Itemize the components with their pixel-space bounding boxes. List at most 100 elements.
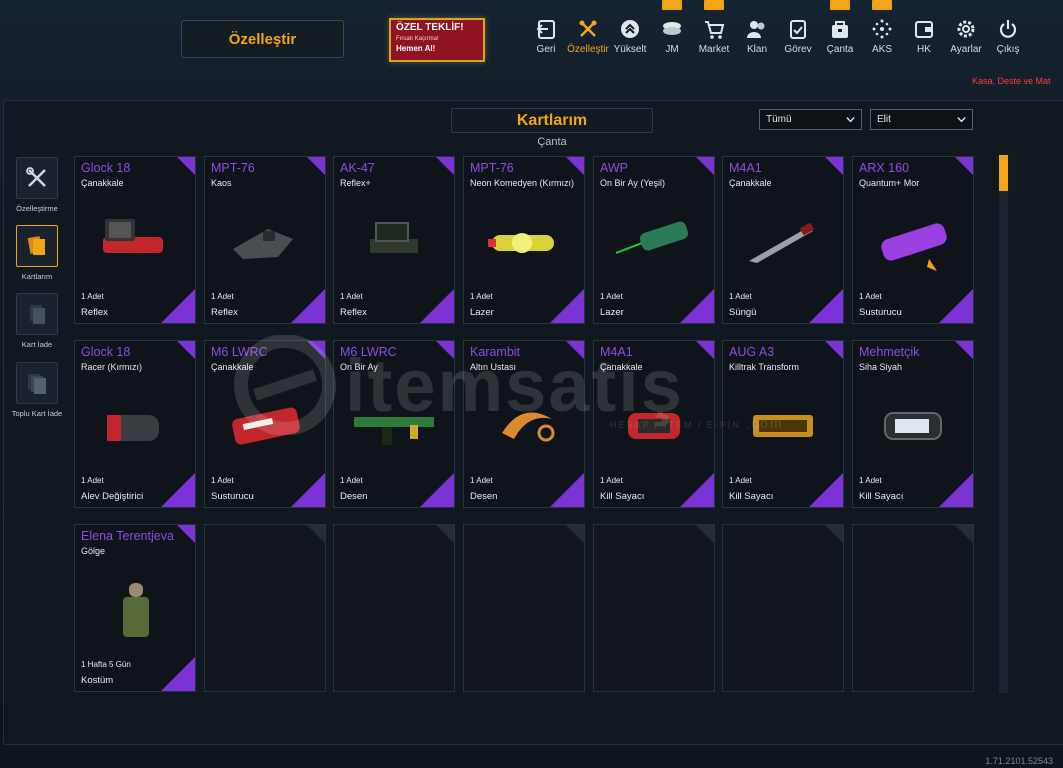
card-item-name: Karambit bbox=[470, 345, 521, 359]
empty-card-slot bbox=[593, 524, 715, 692]
rarity-corner bbox=[809, 473, 843, 507]
customize-icon bbox=[579, 20, 597, 37]
nav-customize[interactable]: Özelleştir bbox=[565, 18, 611, 58]
nav-back[interactable]: Geri bbox=[523, 18, 569, 58]
nav-aks[interactable]: AKS bbox=[859, 18, 905, 58]
rarity-corner bbox=[955, 157, 973, 175]
nav-label: Klan bbox=[746, 44, 767, 55]
rarity-corner bbox=[161, 289, 195, 323]
nav-gear[interactable]: Ayarlar bbox=[943, 18, 989, 58]
tools-icon bbox=[26, 167, 46, 187]
slot-corner bbox=[696, 525, 714, 543]
inventory-card[interactable]: Karambit Altın Ustası 1 Adet Desen bbox=[463, 340, 585, 508]
nav-mission[interactable]: Görev bbox=[775, 18, 821, 58]
inventory-card[interactable]: MPT-76 Neon Komedyen (Kırmızı) 1 Adet Lazer bbox=[463, 156, 585, 324]
card-skin-name: Çanakkale bbox=[211, 362, 254, 372]
chevron-down-icon bbox=[957, 117, 966, 123]
inventory-card[interactable]: MPT-76 Kaos 1 Adet Reflex bbox=[204, 156, 326, 324]
nav-label: AKS bbox=[871, 44, 892, 55]
sidebar-item-tools[interactable]: Özelleştirme bbox=[11, 157, 63, 213]
nav-clan[interactable]: Klan bbox=[734, 18, 780, 58]
nav-upgrade[interactable]: Yükselt bbox=[607, 18, 653, 58]
sidebar-item-card-return[interactable]: Kart İade bbox=[11, 293, 63, 349]
page-title: Özelleştir bbox=[181, 20, 344, 58]
rarity-corner bbox=[696, 341, 714, 359]
reflex-sight-icon bbox=[103, 219, 163, 253]
inventory-card[interactable]: Glock 18 Çanakkale 1 Adet Reflex bbox=[74, 156, 196, 324]
silencer-purple-icon bbox=[881, 223, 947, 271]
nav-wallet[interactable]: HK bbox=[901, 18, 947, 58]
inventory-card[interactable]: AK-47 Reflex+ 1 Adet Reflex bbox=[333, 156, 455, 324]
rarity-corner bbox=[291, 289, 325, 323]
notification-badge bbox=[872, 0, 892, 10]
rarity-filter-value: Elit bbox=[877, 114, 891, 125]
card-type: Desen bbox=[340, 491, 368, 502]
card-skin-name: On Bir Ay (Yeşil) bbox=[600, 178, 666, 188]
card-quantity: 1 Adet bbox=[470, 476, 493, 485]
rarity-filter-select[interactable]: Elit bbox=[870, 109, 973, 130]
rarity-corner bbox=[177, 341, 195, 359]
inventory-card[interactable]: M4A1 Çanakkale 1 Adet Süngü bbox=[722, 156, 844, 324]
sidebar-icon-box bbox=[16, 157, 58, 199]
empty-card-slot bbox=[852, 524, 974, 692]
rarity-corner bbox=[696, 157, 714, 175]
rarity-corner bbox=[566, 341, 584, 359]
inventory-card[interactable]: Mehmetçik Siha Siyah 1 Adet Kill Sayacı bbox=[852, 340, 974, 508]
card-return-icon bbox=[30, 305, 45, 324]
mission-icon bbox=[790, 20, 806, 39]
nav-cart[interactable]: Market bbox=[691, 18, 737, 58]
inventory-card[interactable]: Elena Terentjeva Gölge 1 Hafta 5 Gün Kostüm bbox=[74, 524, 196, 692]
scrollbar-thumb[interactable] bbox=[999, 155, 1008, 191]
nav-bag[interactable]: Çanta bbox=[817, 18, 863, 58]
slot-corner bbox=[955, 525, 973, 543]
scrollbar-track[interactable] bbox=[999, 155, 1008, 693]
notification-badge bbox=[662, 0, 682, 10]
inventory-card[interactable]: AWP On Bir Ay (Yeşil) 1 Adet Lazer bbox=[593, 156, 715, 324]
card-type: Reflex bbox=[340, 307, 367, 318]
costume-icon bbox=[123, 583, 149, 637]
laser-green-icon bbox=[615, 221, 689, 254]
counter-red-icon bbox=[628, 413, 680, 439]
card-item-name: MPT-76 bbox=[211, 161, 255, 175]
counter-gold-icon bbox=[753, 415, 813, 437]
aks-icon bbox=[872, 19, 892, 39]
card-type: Susturucu bbox=[211, 491, 254, 502]
card-quantity: 1 Adet bbox=[211, 476, 234, 485]
inventory-card[interactable]: M6 LWRC On Bir Ay 1 Adet Desen bbox=[333, 340, 455, 508]
special-offer-button[interactable]: ÖZEL TEKLİF! Fırsatı Kaçırma! Hemen Al! bbox=[389, 18, 485, 62]
rarity-corner bbox=[161, 473, 195, 507]
rarity-corner bbox=[291, 473, 325, 507]
rarity-corner bbox=[566, 157, 584, 175]
card-quantity: 1 Adet bbox=[859, 476, 882, 485]
card-type: Susturucu bbox=[859, 307, 902, 318]
inventory-card[interactable]: ARX 160 Quantum+ Mor 1 Adet Susturucu bbox=[852, 156, 974, 324]
notification-badge bbox=[830, 0, 850, 10]
card-skin-name: Kaos bbox=[211, 178, 232, 188]
card-quantity: 1 Adet bbox=[600, 292, 623, 301]
card-quantity: 1 Adet bbox=[470, 292, 493, 301]
card-skin-name: On Bir Ay bbox=[340, 362, 378, 372]
nav-label: Çıkış bbox=[996, 44, 1020, 55]
sidebar-label: Kart İade bbox=[21, 340, 53, 349]
upgrade-icon bbox=[621, 20, 639, 38]
card-quantity: 1 Adet bbox=[859, 292, 882, 301]
category-filter-select[interactable]: Tümü bbox=[759, 109, 862, 130]
rarity-corner bbox=[177, 157, 195, 175]
card-skin-name: Siha Siyah bbox=[859, 362, 903, 372]
version-label: 1.71.2101.52543 bbox=[985, 756, 1053, 766]
nav-coins[interactable]: JM bbox=[649, 18, 695, 58]
nav-power[interactable]: Çıkış bbox=[985, 18, 1031, 58]
inventory-card[interactable]: Glock 18 Racer (Kırmızı) 1 Adet Alev Değişt… bbox=[74, 340, 196, 508]
card-item-name: M4A1 bbox=[729, 161, 762, 175]
card-item-name: MPT-76 bbox=[470, 161, 514, 175]
sidebar-item-cards[interactable]: Kartlarım bbox=[11, 225, 63, 281]
card-type: Lazer bbox=[470, 307, 494, 318]
inventory-card[interactable]: M6 LWRC Çanakkale 1 Adet Susturucu bbox=[204, 340, 326, 508]
reflex-green-icon bbox=[370, 222, 418, 253]
sidebar-label: Toplu Kart İade bbox=[11, 409, 63, 418]
laser-yellow-icon bbox=[488, 233, 554, 253]
card-quantity: 1 Hafta 5 Gün bbox=[81, 660, 131, 669]
sidebar-item-bulk-card-return[interactable]: Toplu Kart İade bbox=[11, 362, 63, 418]
inventory-card[interactable]: AUG A3 Killtrak Transform 1 Adet Kill Sayac… bbox=[722, 340, 844, 508]
inventory-card[interactable]: M4A1 Çanakkale 1 Adet Kill Sayacı bbox=[593, 340, 715, 508]
